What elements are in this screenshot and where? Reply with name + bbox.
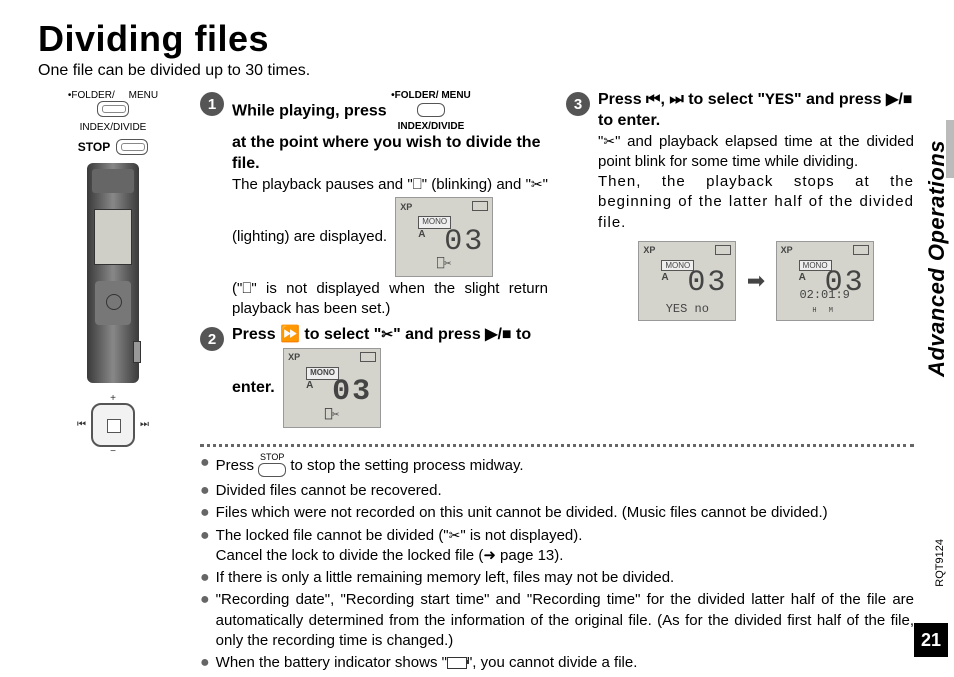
- note-4: ● The locked file cannot be divided ("✂"…: [200, 526, 914, 567]
- col-step-3: 3 Press ⏮, ⏭ to select "YES" and press ▶…: [566, 90, 914, 436]
- note-7: ● When the battery indicator shows "", y…: [200, 653, 914, 673]
- stop-pill: [116, 139, 148, 155]
- step-3: 3 Press ⏮, ⏭ to select "YES" and press ▶…: [566, 90, 914, 323]
- step-1-heading: While playing, press •FOLDER/ MENU INDEX…: [232, 90, 548, 175]
- button-label-group: •FOLDER/ MENU: [38, 90, 188, 101]
- main-area: 1 While playing, press •FOLDER/ MENU IND…: [200, 90, 914, 675]
- step-3-lcd-row: XP MONOA 03 YES no ➡ XP MONOA 03: [598, 239, 914, 323]
- lcd-screen-3a: XP MONOA 03 YES no: [638, 241, 736, 321]
- page-subtitle: One file can be divided up to 30 times.: [38, 62, 914, 80]
- content: •FOLDER/ MENU INDEX/DIVIDE STOP +− ⏮⏭: [38, 90, 914, 675]
- side-section-label: Advanced Operations: [924, 140, 950, 520]
- step-columns: 1 While playing, press •FOLDER/ MENU IND…: [200, 90, 914, 436]
- step-3-badge: 3: [566, 92, 590, 116]
- mini-top: •FOLDER/ MENU: [391, 90, 471, 101]
- scissors-icon-4: ✂: [449, 527, 461, 543]
- page: Dividing files One file can be divided u…: [0, 0, 954, 677]
- dpad-illustration: +− ⏮⏭: [83, 395, 143, 455]
- left-column: •FOLDER/ MENU INDEX/DIVIDE STOP +− ⏮⏭: [38, 90, 188, 675]
- menu-label: MENU: [129, 90, 158, 101]
- step-2-heading: Press ⏩ to select "✂" and press ▶/■ to e…: [232, 325, 548, 430]
- col-steps-1-2: 1 While playing, press •FOLDER/ MENU IND…: [200, 90, 548, 436]
- step-1-badge: 1: [200, 92, 224, 116]
- step-2: 2 Press ⏩ to select "✂" and press ▶/■ to…: [200, 325, 548, 430]
- device-illustration: [87, 163, 139, 383]
- folder-menu-button-icon: •FOLDER/ MENU INDEX/DIVIDE: [391, 90, 471, 133]
- divide-mark-icon: ⎕: [413, 176, 422, 193]
- divider-dotted: [200, 444, 914, 447]
- play-stop-icon: ▶/■: [485, 325, 511, 346]
- step-3-body: "✂" and playback elapsed time at the div…: [598, 132, 914, 233]
- step-1-head-b: at the point where you wish to divide th…: [232, 134, 540, 172]
- lcd-screen-2: XP MONOA 03 ⎕✂: [283, 348, 381, 428]
- section-label-text: Advanced Operations: [924, 140, 950, 377]
- play-stop-icon-2: ▶/■: [886, 90, 912, 111]
- scissors-icon-3: ✂: [603, 133, 615, 149]
- index-divide-label: INDEX/DIVIDE: [38, 122, 188, 133]
- doc-code: RQT9124: [934, 539, 946, 587]
- empty-battery-icon: [447, 657, 467, 669]
- step-1-body: The playback pauses and "⎕" (blinking) a…: [232, 175, 548, 320]
- note-5: ●If there is only a little remaining mem…: [200, 568, 914, 588]
- note-2: ●Divided files cannot be recovered.: [200, 481, 914, 501]
- lcd-screen-1: XP MONOA 03 ⎕✂: [395, 197, 493, 277]
- stop-row: STOP: [38, 139, 188, 155]
- scissors-icon-2: ✂: [381, 326, 393, 342]
- lcd-screen-3b: XP MONOA 03 02:01:9H M: [776, 241, 874, 321]
- page-number: 21: [914, 623, 948, 657]
- step-1-head-a: While playing, press: [232, 103, 387, 120]
- notes-list: ● Press STOP to stop the setting process…: [200, 453, 914, 673]
- skip-back-icon: ⏮: [646, 91, 660, 108]
- page-title: Dividing files: [38, 18, 914, 60]
- skip-fwd-icon: ⏭: [669, 91, 683, 108]
- pill-shape: [38, 101, 188, 122]
- note-6: ●"Recording date", "Recording start time…: [200, 590, 914, 651]
- note-3: ●Files which were not recorded on this u…: [200, 503, 914, 523]
- note-1: ● Press STOP to stop the setting process…: [200, 453, 914, 479]
- stop-label: STOP: [78, 140, 110, 154]
- ffwd-icon: ⏩: [280, 326, 300, 343]
- yes-icon: YES: [765, 91, 794, 109]
- divide-mark-icon-2: ⎕: [242, 280, 251, 297]
- mini-bot: INDEX/DIVIDE: [398, 121, 465, 132]
- scissors-icon: ✂: [531, 176, 543, 192]
- step-2-badge: 2: [200, 327, 224, 351]
- stop-button-icon: STOP: [258, 453, 286, 479]
- folder-label: •FOLDER/: [68, 90, 115, 101]
- step-3-heading: Press ⏮, ⏭ to select "YES" and press ▶/■…: [598, 90, 914, 132]
- arrow-icon: ➡: [747, 268, 765, 294]
- step-1: 1 While playing, press •FOLDER/ MENU IND…: [200, 90, 548, 319]
